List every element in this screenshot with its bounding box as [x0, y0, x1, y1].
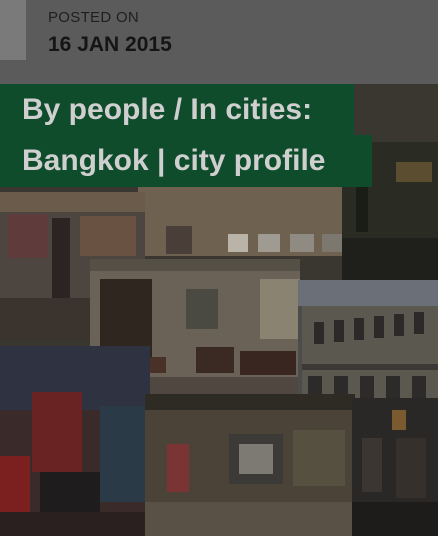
- collage-street-photo: [352, 398, 438, 536]
- posted-on-label: POSTED ON: [48, 9, 140, 26]
- post-title-line-2[interactable]: Bangkok | city profile: [0, 135, 372, 187]
- collage-red-light-photo: [0, 346, 150, 536]
- collage-gallery-photo: [145, 394, 355, 536]
- date-accent-bar: [0, 0, 26, 60]
- post-header: POSTED ON 16 JAN 2015: [0, 0, 438, 84]
- posted-date: 16 JAN 2015: [48, 33, 172, 56]
- post-title[interactable]: By people / In cities: Bangkok | city pr…: [0, 84, 372, 187]
- post-title-line-1[interactable]: By people / In cities:: [0, 84, 354, 136]
